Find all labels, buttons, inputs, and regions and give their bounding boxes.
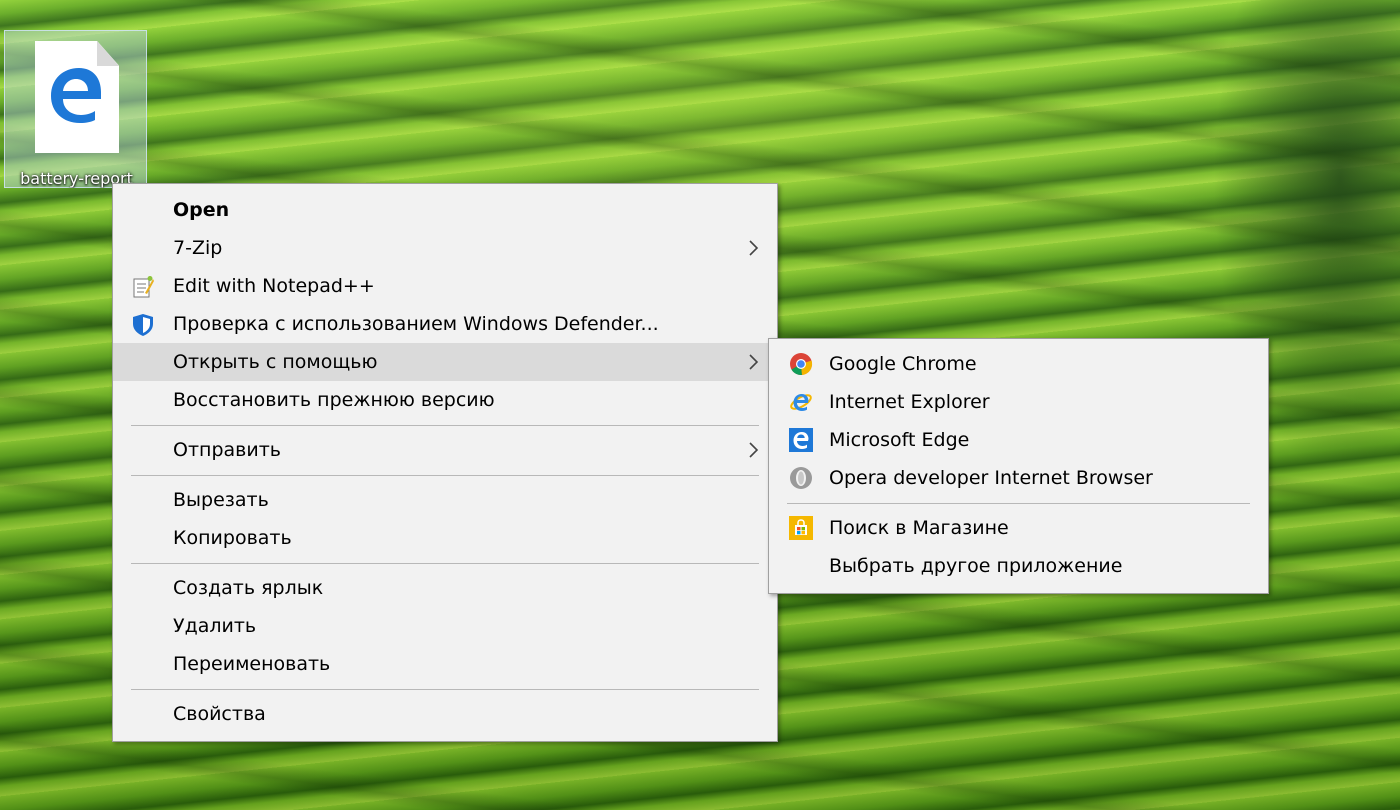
edge-icon <box>789 428 813 452</box>
menu-item-restore-previous-version[interactable]: Восстановить прежнюю версию <box>113 381 777 419</box>
windows-defender-icon <box>133 314 153 336</box>
menu-item-label: Создать ярлык <box>173 577 324 599</box>
edge-icon <box>51 68 101 123</box>
menu-separator <box>787 503 1250 504</box>
submenu-item-chrome[interactable]: Google Chrome <box>769 345 1268 383</box>
submenu-item-label: Opera developer Internet Browser <box>829 467 1153 489</box>
chevron-right-icon <box>749 442 759 458</box>
chrome-icon <box>790 353 813 376</box>
menu-item-cut[interactable]: Вырезать <box>113 481 777 519</box>
chevron-right-icon <box>749 354 759 370</box>
menu-item-edit-notepadpp[interactable]: Edit with Notepad++ <box>113 267 777 305</box>
menu-item-label: Отправить <box>173 439 281 461</box>
notepad-plus-plus-icon <box>133 276 154 298</box>
menu-item-create-shortcut[interactable]: Создать ярлык <box>113 569 777 607</box>
submenu-item-label: Выбрать другое приложение <box>829 555 1123 577</box>
menu-item-label: Вырезать <box>173 489 269 511</box>
menu-separator <box>131 425 759 426</box>
menu-item-7zip[interactable]: 7-Zip <box>113 229 777 267</box>
menu-item-send-to[interactable]: Отправить <box>113 431 777 469</box>
submenu-item-label: Поиск в Магазине <box>829 517 1009 539</box>
store-icon <box>789 516 813 540</box>
menu-item-open-with[interactable]: Открыть с помощью <box>113 343 777 381</box>
menu-item-label: Open <box>173 199 230 221</box>
menu-item-defender-scan[interactable]: Проверка с использованием Windows Defend… <box>113 305 777 343</box>
submenu-item-choose-another-app[interactable]: Выбрать другое приложение <box>769 547 1268 585</box>
menu-item-copy[interactable]: Копировать <box>113 519 777 557</box>
menu-item-label: 7-Zip <box>173 237 223 259</box>
menu-item-label: Восстановить прежнюю версию <box>173 389 495 411</box>
desktop-file-icon[interactable]: battery-report <box>4 30 147 188</box>
menu-item-delete[interactable]: Удалить <box>113 607 777 645</box>
menu-item-properties[interactable]: Свойства <box>113 695 777 733</box>
submenu-item-label: Google Chrome <box>829 353 977 375</box>
submenu-item-label: Microsoft Edge <box>829 429 970 451</box>
submenu-item-opera-developer[interactable]: Opera developer Internet Browser <box>769 459 1268 497</box>
menu-separator <box>131 689 759 690</box>
menu-item-label: Переименовать <box>173 653 331 675</box>
submenu-item-search-store[interactable]: Поиск в Магазине <box>769 509 1268 547</box>
menu-item-label: Копировать <box>173 527 292 549</box>
context-menu: Open 7-Zip Edit with Notepad++ Проверка … <box>112 183 778 742</box>
menu-item-label: Edit with Notepad++ <box>173 275 375 297</box>
submenu-item-label: Internet Explorer <box>829 391 990 413</box>
open-with-submenu: Google Chrome Internet Explorer Microsof… <box>768 338 1269 594</box>
menu-item-label: Свойства <box>173 703 266 725</box>
menu-separator <box>131 475 759 476</box>
menu-item-open[interactable]: Open <box>113 191 777 229</box>
menu-item-rename[interactable]: Переименовать <box>113 645 777 683</box>
menu-item-label: Проверка с использованием Windows Defend… <box>173 313 659 335</box>
opera-icon <box>790 467 812 489</box>
chevron-right-icon <box>749 240 759 256</box>
submenu-item-internet-explorer[interactable]: Internet Explorer <box>769 383 1268 421</box>
menu-item-label: Удалить <box>173 615 257 637</box>
internet-explorer-icon <box>790 394 812 411</box>
menu-separator <box>131 563 759 564</box>
menu-item-label: Открыть с помощью <box>173 351 378 373</box>
submenu-item-edge[interactable]: Microsoft Edge <box>769 421 1268 459</box>
